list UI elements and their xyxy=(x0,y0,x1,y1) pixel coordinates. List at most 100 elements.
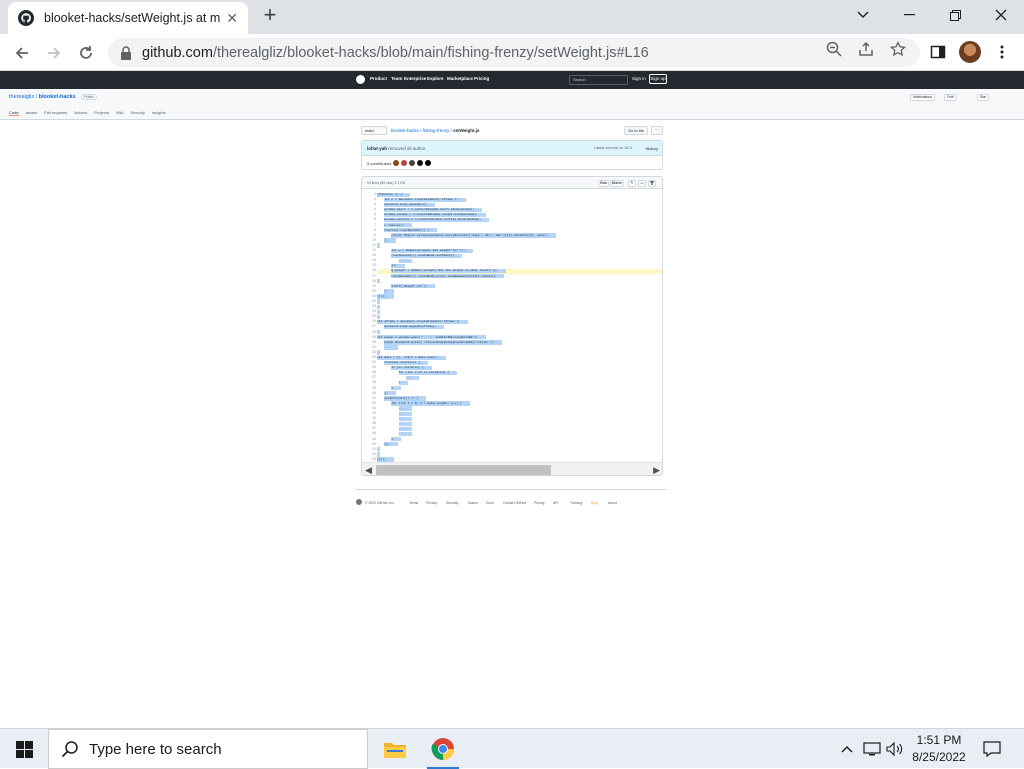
footer-copyright: © 2022 GitHub, Inc. xyxy=(365,501,395,505)
contributors-row[interactable]: 5 contributors xyxy=(367,160,432,166)
windows-taskbar: Type here to search 1:51 PM 8/25/2022 xyxy=(0,728,1024,769)
tab-insights[interactable]: Insights xyxy=(152,110,166,116)
contributor-avatar[interactable] xyxy=(417,160,424,166)
edit-icon[interactable]: ✎ xyxy=(628,180,636,187)
footer-link[interactable]: Privacy xyxy=(426,501,437,505)
network-icon[interactable] xyxy=(861,729,883,769)
breadcrumb-repo[interactable]: blooket-hacks xyxy=(391,128,419,133)
footer-link[interactable]: Docs xyxy=(486,501,494,505)
url-text[interactable]: github.com/therealgliz/blooket-hacks/blo… xyxy=(142,45,649,61)
taskbar-search-input[interactable]: Type here to search xyxy=(48,729,368,769)
clock-date: 8/25/2022 xyxy=(912,750,966,764)
tab-issues[interactable]: Issues xyxy=(26,110,38,116)
tab-actions[interactable]: Actions xyxy=(74,110,87,116)
github-header: Product Team Enterprise Explore Marketpl… xyxy=(0,71,1024,89)
github-search-input[interactable]: Search xyxy=(569,75,628,85)
contributors-count: 5 contributors xyxy=(367,160,392,166)
nav-product[interactable]: Product xyxy=(370,76,387,81)
footer-link[interactable]: About xyxy=(608,501,617,505)
nav-explore[interactable]: Explore xyxy=(427,76,444,81)
show-hidden-icons-chevron-icon[interactable] xyxy=(838,729,856,769)
zoom-icon[interactable] xyxy=(825,41,843,57)
nav-pricing[interactable]: Pricing xyxy=(474,76,489,81)
address-bar[interactable]: github.com/therealgliz/blooket-hacks/blo… xyxy=(108,38,920,67)
footer-link[interactable]: Contact GitHub xyxy=(503,501,526,505)
go-to-file-button[interactable]: Go to file xyxy=(624,126,648,135)
github-footer-logo-icon[interactable] xyxy=(356,499,362,505)
tab-close-icon[interactable]: ✕ xyxy=(226,10,238,27)
commit-header: lofiat-yah removed all author Latest com… xyxy=(362,141,662,156)
tab-wiki[interactable]: Wiki xyxy=(116,110,124,116)
scroll-right-icon[interactable]: ▶ xyxy=(653,465,660,475)
nav-enterprise[interactable]: Enterprise xyxy=(404,76,426,81)
contributor-avatar[interactable] xyxy=(425,160,432,166)
contributor-avatar[interactable] xyxy=(393,160,400,166)
notifications-icon[interactable] xyxy=(980,729,1004,769)
system-clock[interactable]: 1:51 PM 8/25/2022 xyxy=(900,732,978,766)
restore-icon[interactable] xyxy=(932,0,978,30)
nav-marketplace[interactable]: Marketplace xyxy=(447,76,473,81)
minimize-icon[interactable] xyxy=(886,0,932,30)
footer-link[interactable]: Status xyxy=(468,501,478,505)
commit-date[interactable]: Latest commit on Jul 3 xyxy=(594,146,632,150)
footer-link[interactable]: Pricing xyxy=(534,501,544,505)
star-button[interactable]: Star xyxy=(977,94,990,101)
chrome-taskbar-icon[interactable] xyxy=(419,729,467,769)
clock-time: 1:51 PM xyxy=(916,733,962,747)
repo-owner-link[interactable]: therealgliz xyxy=(9,94,34,100)
blame-button[interactable]: Blame xyxy=(610,180,624,187)
start-button[interactable] xyxy=(0,729,48,769)
branch-select-button[interactable]: main xyxy=(361,126,387,135)
repo-name-link[interactable]: blooket-hacks xyxy=(39,94,76,100)
history-link[interactable]: History xyxy=(646,146,658,151)
taskbar-search-placeholder: Type here to search xyxy=(89,740,222,758)
file-explorer-icon[interactable] xyxy=(371,729,419,769)
commit-message[interactable]: removed all author xyxy=(388,146,425,151)
nav-team[interactable]: Team xyxy=(391,76,402,81)
breadcrumb-dir[interactable]: fishing-frenzy xyxy=(423,128,450,133)
browser-tabstrip: blooket-hacks/setWeight.js at ma ✕ + xyxy=(0,0,1024,34)
commit-author-name[interactable]: lofiat-yah xyxy=(367,146,387,151)
sign-in-link[interactable]: Sign in xyxy=(632,76,646,81)
tab-search-icon[interactable] xyxy=(840,0,886,30)
share-icon[interactable] xyxy=(857,41,875,57)
scroll-left-icon[interactable]: ◀ xyxy=(365,465,372,475)
side-panel-icon[interactable] xyxy=(926,40,950,64)
fork-button[interactable]: Fork xyxy=(944,94,957,101)
notifications-button[interactable]: Notifications xyxy=(910,94,936,101)
reload-icon[interactable] xyxy=(73,40,99,66)
footer-link[interactable]: Blog xyxy=(591,501,598,505)
back-icon[interactable] xyxy=(9,40,35,66)
contributor-avatar[interactable] xyxy=(401,160,408,166)
footer-link[interactable]: Security xyxy=(446,501,458,505)
windows-logo-icon xyxy=(15,740,33,758)
sign-up-button[interactable]: Sign up xyxy=(649,74,667,84)
contributor-avatar[interactable] xyxy=(409,160,416,166)
profile-avatar[interactable] xyxy=(959,41,981,63)
scrollbar-thumb[interactable] xyxy=(376,465,551,475)
footer-link[interactable]: API xyxy=(553,501,558,505)
tab-projects[interactable]: Projects xyxy=(94,110,108,116)
raw-button[interactable]: Raw xyxy=(598,180,609,187)
browser-tab[interactable]: blooket-hacks/setWeight.js at ma ✕ xyxy=(8,2,248,34)
horizontal-scrollbar[interactable]: ◀ ▶ xyxy=(362,462,662,475)
github-logo-icon[interactable] xyxy=(356,75,365,84)
tab-code[interactable]: Code xyxy=(9,110,19,116)
repo-header: therealgliz / blooket-hacks Public Code … xyxy=(0,89,1024,120)
file-breadcrumb-row: main blooket-hacks / fishing-frenzy / se… xyxy=(361,126,663,136)
lock-icon[interactable] xyxy=(120,45,132,60)
delete-icon[interactable]: 🗑 xyxy=(648,180,656,187)
new-tab-button[interactable]: + xyxy=(258,4,282,28)
footer-link[interactable]: Terms xyxy=(409,501,418,505)
code-area[interactable]: 1 2 3 4 5 6 7 8 9 10 11 12 13 14 15 16 17 18 19 20 21 22 23 24 2… xyxy=(362,189,662,467)
tab-security[interactable]: Security xyxy=(130,110,144,116)
footer-link[interactable]: Training xyxy=(570,501,582,505)
bookmark-star-icon[interactable] xyxy=(889,40,907,57)
code-lines[interactable]: (function () {let n = document.createEle… xyxy=(377,192,662,467)
forward-icon[interactable] xyxy=(41,40,67,66)
more-options-button[interactable]: ··· xyxy=(651,126,663,135)
desktop-icon[interactable]: ▭ xyxy=(638,180,646,187)
browser-menu-icon[interactable] xyxy=(990,40,1014,64)
close-window-icon[interactable] xyxy=(978,0,1024,30)
tab-pull-requests[interactable]: Pull requests xyxy=(44,110,67,116)
